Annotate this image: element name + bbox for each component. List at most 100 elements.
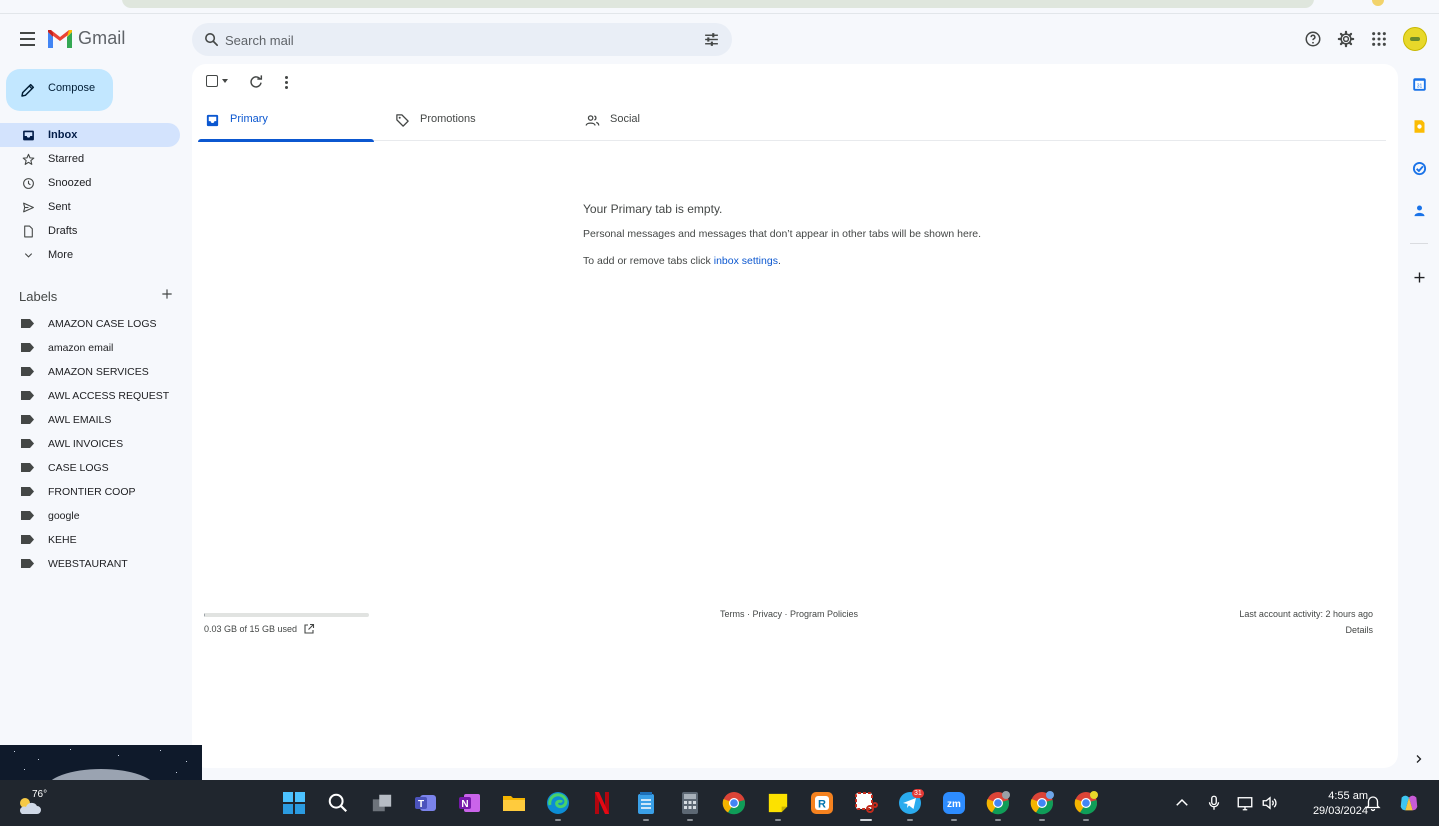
weather-widget[interactable]: 76° xyxy=(16,788,48,818)
snipping-tool-icon[interactable] xyxy=(854,791,878,821)
label-item[interactable]: AWL EMAILS xyxy=(0,408,180,432)
label-item[interactable]: AMAZON SERVICES xyxy=(0,360,180,384)
show-side-panel-chevron-icon[interactable] xyxy=(1413,752,1425,766)
sidebar-item-drafts[interactable]: Drafts xyxy=(0,219,180,243)
search-input[interactable] xyxy=(225,29,685,51)
label-item[interactable]: WEBSTAURANT xyxy=(0,552,180,576)
label-item[interactable]: FRONTIER COOP xyxy=(0,480,180,504)
search-options-icon[interactable] xyxy=(703,31,720,48)
network-icon[interactable] xyxy=(1236,794,1254,812)
telegram-icon[interactable]: 31 xyxy=(898,789,924,821)
main-mail-panel: Primary Promotions Social Your Primary t… xyxy=(192,64,1398,768)
gmail-logo-icon xyxy=(48,29,72,48)
inbox-icon xyxy=(21,128,35,142)
add-label-icon[interactable] xyxy=(160,287,174,301)
sticky-notes-icon[interactable] xyxy=(766,791,790,821)
microphone-icon[interactable] xyxy=(1205,794,1223,812)
label-name: google xyxy=(48,510,80,522)
storage-progress-fill xyxy=(204,613,205,617)
chrome-icon[interactable] xyxy=(722,791,746,815)
tasks-icon[interactable] xyxy=(1412,161,1427,176)
copilot-icon[interactable] xyxy=(1398,792,1420,814)
keep-icon[interactable] xyxy=(1412,119,1427,134)
onenote-icon[interactable]: N xyxy=(458,791,482,815)
teams-icon[interactable]: T xyxy=(414,791,438,815)
contacts-icon[interactable] xyxy=(1412,203,1427,218)
open-external-icon[interactable] xyxy=(303,623,315,635)
main-menu-button[interactable] xyxy=(14,26,40,52)
browser-address-bar-edge xyxy=(122,0,1314,8)
weather-widget-preview[interactable] xyxy=(0,745,202,780)
task-view-icon[interactable] xyxy=(370,791,394,815)
get-addons-plus-icon[interactable] xyxy=(1412,270,1427,285)
sidebar-item-more[interactable]: More xyxy=(0,243,180,267)
compose-button[interactable]: Compose xyxy=(6,69,113,111)
taskbar-search-icon[interactable] xyxy=(326,791,350,815)
chrome-profile-2-icon[interactable] xyxy=(1030,791,1054,821)
sidebar-item-inbox[interactable]: Inbox xyxy=(0,123,180,147)
help-icon[interactable] xyxy=(1303,29,1323,49)
tab-label: Social xyxy=(610,113,640,125)
side-panel: 31 xyxy=(1401,64,1439,768)
zoom-icon[interactable]: zm xyxy=(942,791,966,821)
notifications-bell-icon[interactable] xyxy=(1364,794,1382,812)
label-item[interactable]: CASE LOGS xyxy=(0,456,180,480)
show-hidden-icons-chevron-up-icon[interactable] xyxy=(1173,794,1191,812)
sidebar-item-sent[interactable]: Sent xyxy=(0,195,180,219)
calculator-icon[interactable] xyxy=(678,791,702,821)
label-item[interactable]: AWL ACCESS REQUEST xyxy=(0,384,180,408)
svg-text:zm: zm xyxy=(947,799,961,810)
google-apps-grid-icon[interactable] xyxy=(1369,29,1389,49)
label-tag-icon xyxy=(21,439,34,448)
volume-icon[interactable] xyxy=(1261,794,1279,812)
select-all-checkbox[interactable] xyxy=(206,75,218,87)
search-bar[interactable] xyxy=(192,23,732,56)
sidebar-item-snoozed[interactable]: Snoozed xyxy=(0,171,180,195)
gmail-logo-text: Gmail xyxy=(78,28,126,48)
search-icon[interactable] xyxy=(203,31,220,48)
details-link[interactable]: Details xyxy=(1239,625,1373,635)
tab-primary[interactable]: Primary xyxy=(198,102,374,142)
label-item[interactable]: AMAZON CASE LOGS xyxy=(0,312,180,336)
label-item[interactable]: AWL INVOICES xyxy=(0,432,180,456)
label-tag-icon xyxy=(21,463,34,472)
chrome-profile-1-icon[interactable] xyxy=(986,791,1010,821)
refresh-icon[interactable] xyxy=(248,74,264,90)
labels-heading: Labels xyxy=(19,289,58,304)
sidebar-item-label: Drafts xyxy=(48,225,78,237)
gmail-header: Gmail xyxy=(0,14,1439,64)
calendar-icon[interactable]: 31 xyxy=(1412,77,1427,92)
account-avatar[interactable] xyxy=(1403,27,1427,51)
ringcentral-icon[interactable]: R xyxy=(810,791,834,815)
last-activity-text: Last account activity: 2 hours ago xyxy=(1239,609,1373,619)
tab-social[interactable]: Social xyxy=(578,102,754,141)
label-item[interactable]: google xyxy=(0,504,180,528)
label-item[interactable]: amazon email xyxy=(0,336,180,360)
notepad-icon[interactable] xyxy=(634,791,658,821)
category-tabs: Primary Promotions Social xyxy=(198,102,1386,142)
edge-browser-icon[interactable] xyxy=(546,791,570,821)
browser-top-strip xyxy=(0,0,1439,14)
temperature-label: 76° xyxy=(32,789,48,800)
inbox-settings-link[interactable]: inbox settings xyxy=(714,255,778,267)
tab-label: Promotions xyxy=(420,113,476,125)
start-windows-icon[interactable] xyxy=(282,791,306,815)
more-options-icon[interactable] xyxy=(278,74,294,90)
privacy-link[interactable]: Privacy xyxy=(753,609,783,619)
label-item[interactable]: KEHE xyxy=(0,528,180,552)
system-clock[interactable]: 4:55 am 29/03/2024 xyxy=(1288,789,1368,819)
sidebar-item-starred[interactable]: Starred xyxy=(0,147,180,171)
label-name: AMAZON CASE LOGS xyxy=(48,318,157,330)
settings-gear-icon[interactable] xyxy=(1336,29,1356,49)
terms-link[interactable]: Terms xyxy=(720,609,745,619)
program-policies-link[interactable]: Program Policies xyxy=(790,609,858,619)
label-name: AWL EMAILS xyxy=(48,414,112,426)
file-explorer-icon[interactable] xyxy=(502,791,526,815)
gmail-logo[interactable]: Gmail xyxy=(48,28,126,49)
chrome-profile-3-icon[interactable] xyxy=(1074,791,1098,821)
tab-promotions[interactable]: Promotions xyxy=(388,102,564,141)
sidebar-nav: Inbox Starred Snoozed Sent Drafts More xyxy=(0,123,190,267)
label-name: AWL INVOICES xyxy=(48,438,124,450)
select-dropdown-caret-icon[interactable] xyxy=(222,79,228,83)
netflix-icon[interactable] xyxy=(590,791,614,815)
